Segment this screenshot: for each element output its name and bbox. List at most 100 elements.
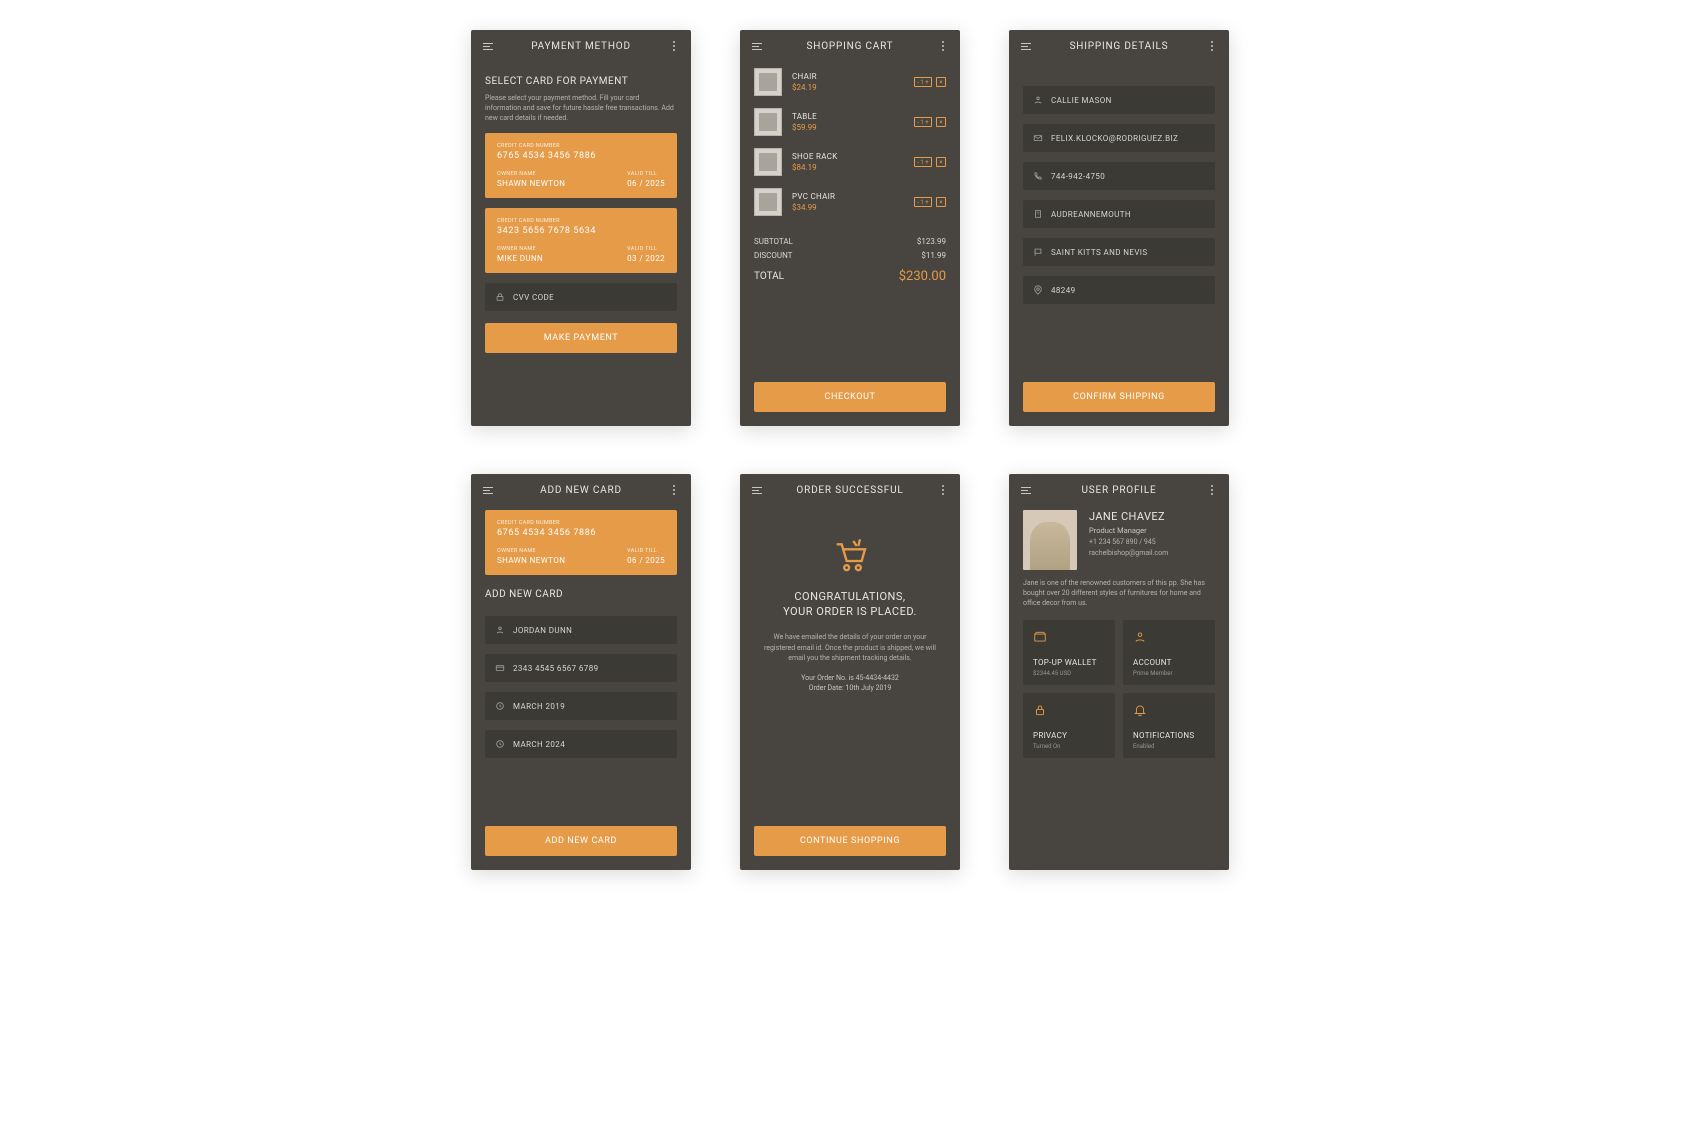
cart-item: PVC CHAIR$34.99 - 1 +× — [754, 182, 946, 222]
tile-sub: Turned On — [1033, 743, 1105, 750]
checkout-button[interactable]: CHECKOUT — [754, 382, 946, 412]
menu-icon[interactable] — [750, 39, 764, 53]
tile-account[interactable]: ACCOUNT Prime Member — [1123, 620, 1215, 685]
tile-sub: Prime Member — [1133, 670, 1205, 677]
product-name: TABLE — [792, 112, 904, 121]
bell-icon — [1133, 703, 1147, 717]
card-number-label: CREDIT CARD NUMBER — [497, 520, 665, 526]
product-price: $24.19 — [792, 83, 904, 92]
tile-wallet[interactable]: TOP-UP WALLET $2344.45 USD — [1023, 620, 1115, 685]
more-icon[interactable] — [936, 39, 950, 53]
product-thumb[interactable] — [754, 68, 782, 96]
owner-name: SHAWN NEWTON — [497, 556, 565, 565]
more-icon[interactable] — [667, 483, 681, 497]
success-line2: YOUR ORDER IS PLACED. — [754, 605, 946, 618]
owner-label: OWNER NAME — [497, 548, 565, 554]
profile-screen: USER PROFILE JANE CHAVEZ Product Manager… — [1009, 474, 1229, 870]
city-input[interactable]: AUDREANNEMOUTH — [1023, 200, 1215, 228]
more-icon[interactable] — [1205, 39, 1219, 53]
country-input[interactable]: SAINT KITTS AND NEVIS — [1023, 238, 1215, 266]
more-icon[interactable] — [667, 39, 681, 53]
cardnumber-input[interactable]: 2343 4545 6567 6789 — [485, 654, 677, 682]
qty-control[interactable]: - 1 + × — [914, 117, 946, 127]
user-icon — [1033, 95, 1043, 105]
tile-notifications[interactable]: NOTIFICATIONS Enabled — [1123, 693, 1215, 758]
topbar: USER PROFILE — [1009, 474, 1229, 506]
cvv-input[interactable]: CVV CODE — [485, 283, 677, 311]
valid-date: 03 / 2022 — [627, 254, 665, 263]
topbar: SHIPPING DETAILS — [1009, 30, 1229, 62]
menu-icon[interactable] — [481, 39, 495, 53]
product-price: $59.99 — [792, 123, 904, 132]
card-icon — [495, 663, 505, 673]
tile-sub: $2344.45 USD — [1033, 670, 1105, 677]
more-icon[interactable] — [936, 483, 950, 497]
qty-control[interactable]: - 1 +× — [914, 197, 946, 207]
subtotal-value: $123.99 — [917, 237, 946, 246]
card-number: 6765 4534 3456 7886 — [497, 528, 665, 538]
owner-label: OWNER NAME — [497, 171, 565, 177]
zip-input[interactable]: 48249 — [1023, 276, 1215, 304]
menu-icon[interactable] — [750, 483, 764, 497]
continue-shopping-button[interactable]: CONTINUE SHOPPING — [754, 826, 946, 856]
existing-card[interactable]: CREDIT CARD NUMBER 6765 4534 3456 7886 O… — [485, 510, 677, 575]
field-value: MARCH 2019 — [513, 702, 565, 711]
screen-title: PAYMENT METHOD — [495, 41, 667, 52]
card-number-label: CREDIT CARD NUMBER — [497, 143, 665, 149]
qty-control[interactable]: - 1 +× — [914, 77, 946, 87]
field-value: FELIX.KLOCKO@RODRIGUEZ.BIZ — [1051, 134, 1178, 143]
profile-name: JANE CHAVEZ — [1089, 510, 1168, 523]
user-icon — [1133, 630, 1147, 644]
menu-icon[interactable] — [1019, 483, 1033, 497]
email-input[interactable]: FELIX.KLOCKO@RODRIGUEZ.BIZ — [1023, 124, 1215, 152]
remove-icon[interactable]: × — [936, 197, 946, 207]
tile-title: NOTIFICATIONS — [1133, 731, 1205, 740]
phone-input[interactable]: 744-942-4750 — [1023, 162, 1215, 190]
credit-card-1[interactable]: CREDIT CARD NUMBER 6765 4534 3456 7886 O… — [485, 133, 677, 198]
cart-item: CHAIR$24.19 - 1 +× — [754, 62, 946, 102]
screen-title: ORDER SUCCESSFUL — [764, 485, 936, 496]
cart-item: TABLE $59.99 - 1 + × — [754, 102, 946, 142]
tile-privacy[interactable]: PRIVACY Turned On — [1023, 693, 1115, 758]
total-value: $230.00 — [899, 269, 946, 284]
discount-value: $11.99 — [921, 251, 946, 260]
cart-item: SHOE RACK$84.19 - 1 +× — [754, 142, 946, 182]
profile-role: Product Manager — [1089, 526, 1168, 535]
remove-icon[interactable]: × — [936, 117, 946, 127]
screen-title: SHIPPING DETAILS — [1033, 41, 1205, 52]
more-icon[interactable] — [1205, 483, 1219, 497]
make-payment-button[interactable]: MAKE PAYMENT — [485, 323, 677, 353]
owner-label: OWNER NAME — [497, 246, 543, 252]
start-date-input[interactable]: MARCH 2019 — [485, 692, 677, 720]
lock-icon — [1033, 703, 1047, 717]
qty-display: - 1 + — [914, 157, 932, 167]
remove-icon[interactable]: × — [936, 157, 946, 167]
name-input[interactable]: CALLIE MASON — [1023, 86, 1215, 114]
qty-control[interactable]: - 1 + × — [914, 157, 946, 167]
remove-icon[interactable]: × — [936, 77, 946, 87]
tile-title: PRIVACY — [1033, 731, 1105, 740]
order-date: Order Date: 10th July 2019 — [754, 684, 946, 692]
avatar[interactable] — [1023, 510, 1077, 570]
profile-email: rachelbishop@gmail.com — [1089, 549, 1168, 557]
menu-icon[interactable] — [481, 483, 495, 497]
end-date-input[interactable]: MARCH 2024 — [485, 730, 677, 758]
qty-display: - 1 + — [914, 117, 932, 127]
cardholder-input[interactable]: JORDAN DUNN — [485, 616, 677, 644]
screen-title: ADD NEW CARD — [495, 485, 667, 496]
credit-card-2[interactable]: CREDIT CARD NUMBER 3423 5656 7678 5634 O… — [485, 208, 677, 273]
valid-label: VALID TILL — [627, 246, 665, 252]
product-price: $34.99 — [792, 203, 904, 212]
product-thumb[interactable] — [754, 188, 782, 216]
phone-icon — [1033, 171, 1043, 181]
menu-icon[interactable] — [1019, 39, 1033, 53]
subtotal-label: SUBTOTAL — [754, 237, 793, 246]
clock-icon — [495, 739, 505, 749]
field-value: MARCH 2024 — [513, 740, 565, 749]
confirm-shipping-button[interactable]: CONFIRM SHIPPING — [1023, 382, 1215, 412]
product-thumb[interactable] — [754, 108, 782, 136]
product-thumb[interactable] — [754, 148, 782, 176]
add-card-button[interactable]: ADD NEW CARD — [485, 826, 677, 856]
profile-phone: +1 234 567 890 / 945 — [1089, 538, 1168, 546]
card-number: 3423 5656 7678 5634 — [497, 226, 665, 236]
